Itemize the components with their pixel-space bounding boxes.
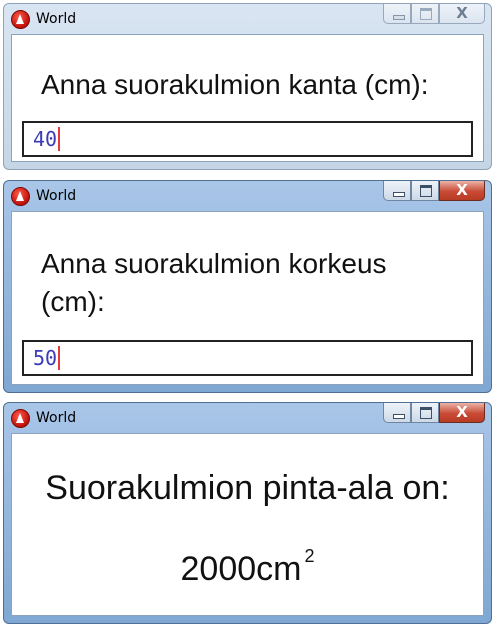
close-icon: X (456, 403, 468, 421)
result-exponent: 2 (304, 546, 315, 566)
prompt-text-line-2: (cm): (41, 286, 105, 317)
minimize-icon (393, 192, 405, 197)
minimize-icon (393, 414, 405, 419)
close-icon: X (456, 4, 468, 22)
window-title: World (36, 410, 77, 426)
input-value: 50 (33, 346, 61, 370)
prompt-text: Anna suorakulmion kanta (cm): (41, 69, 429, 100)
minimize-button[interactable] (383, 4, 411, 24)
height-input-field[interactable]: 50 (22, 340, 473, 376)
window-controls: X (383, 4, 485, 24)
prompt-text-line-1: Anna suorakulmion korkeus (41, 248, 387, 279)
app-icon (11, 187, 30, 206)
close-button[interactable]: X (439, 4, 485, 24)
app-icon (11, 10, 30, 29)
window-client: Anna suorakulmion kanta (cm): 40 (11, 34, 484, 162)
window-result: World X Suorakulmion pinta-ala on: 2000c… (3, 402, 492, 624)
text-caret (58, 127, 61, 151)
result-label: Suorakulmion pinta-ala on: (45, 469, 450, 507)
maximize-button[interactable] (411, 181, 439, 201)
app-icon (11, 409, 30, 428)
title-bar[interactable]: World X (4, 4, 491, 34)
input-value: 40 (33, 127, 61, 151)
close-icon: X (456, 181, 468, 199)
maximize-button[interactable] (411, 4, 439, 24)
result-unit: cm (256, 550, 302, 588)
text-caret (58, 346, 61, 370)
window-height-input: World X Anna suorakulmion korkeus (cm): … (3, 180, 492, 393)
maximize-icon (420, 185, 432, 197)
result-number: 2000 (180, 550, 257, 588)
window-title: World (36, 11, 77, 27)
window-title: World (36, 188, 77, 204)
base-input-field[interactable]: 40 (22, 121, 473, 157)
title-bar[interactable]: World X (4, 181, 491, 211)
maximize-button[interactable] (411, 403, 439, 423)
minimize-button[interactable] (383, 181, 411, 201)
maximize-icon (420, 8, 432, 20)
window-base-input: World X Anna suorakulmion kanta (cm): 40 (3, 3, 492, 170)
maximize-icon (420, 407, 432, 419)
minimize-button[interactable] (383, 403, 411, 423)
title-bar[interactable]: World X (4, 403, 491, 433)
close-button[interactable]: X (439, 403, 485, 423)
minimize-icon (393, 15, 405, 20)
window-controls: X (383, 181, 485, 201)
result-value: 2000cm 2 (12, 546, 483, 589)
window-controls: X (383, 403, 485, 423)
window-client: Anna suorakulmion korkeus (cm): 50 (11, 211, 484, 385)
close-button[interactable]: X (439, 181, 485, 201)
window-client: Suorakulmion pinta-ala on: 2000cm 2 (11, 433, 484, 616)
